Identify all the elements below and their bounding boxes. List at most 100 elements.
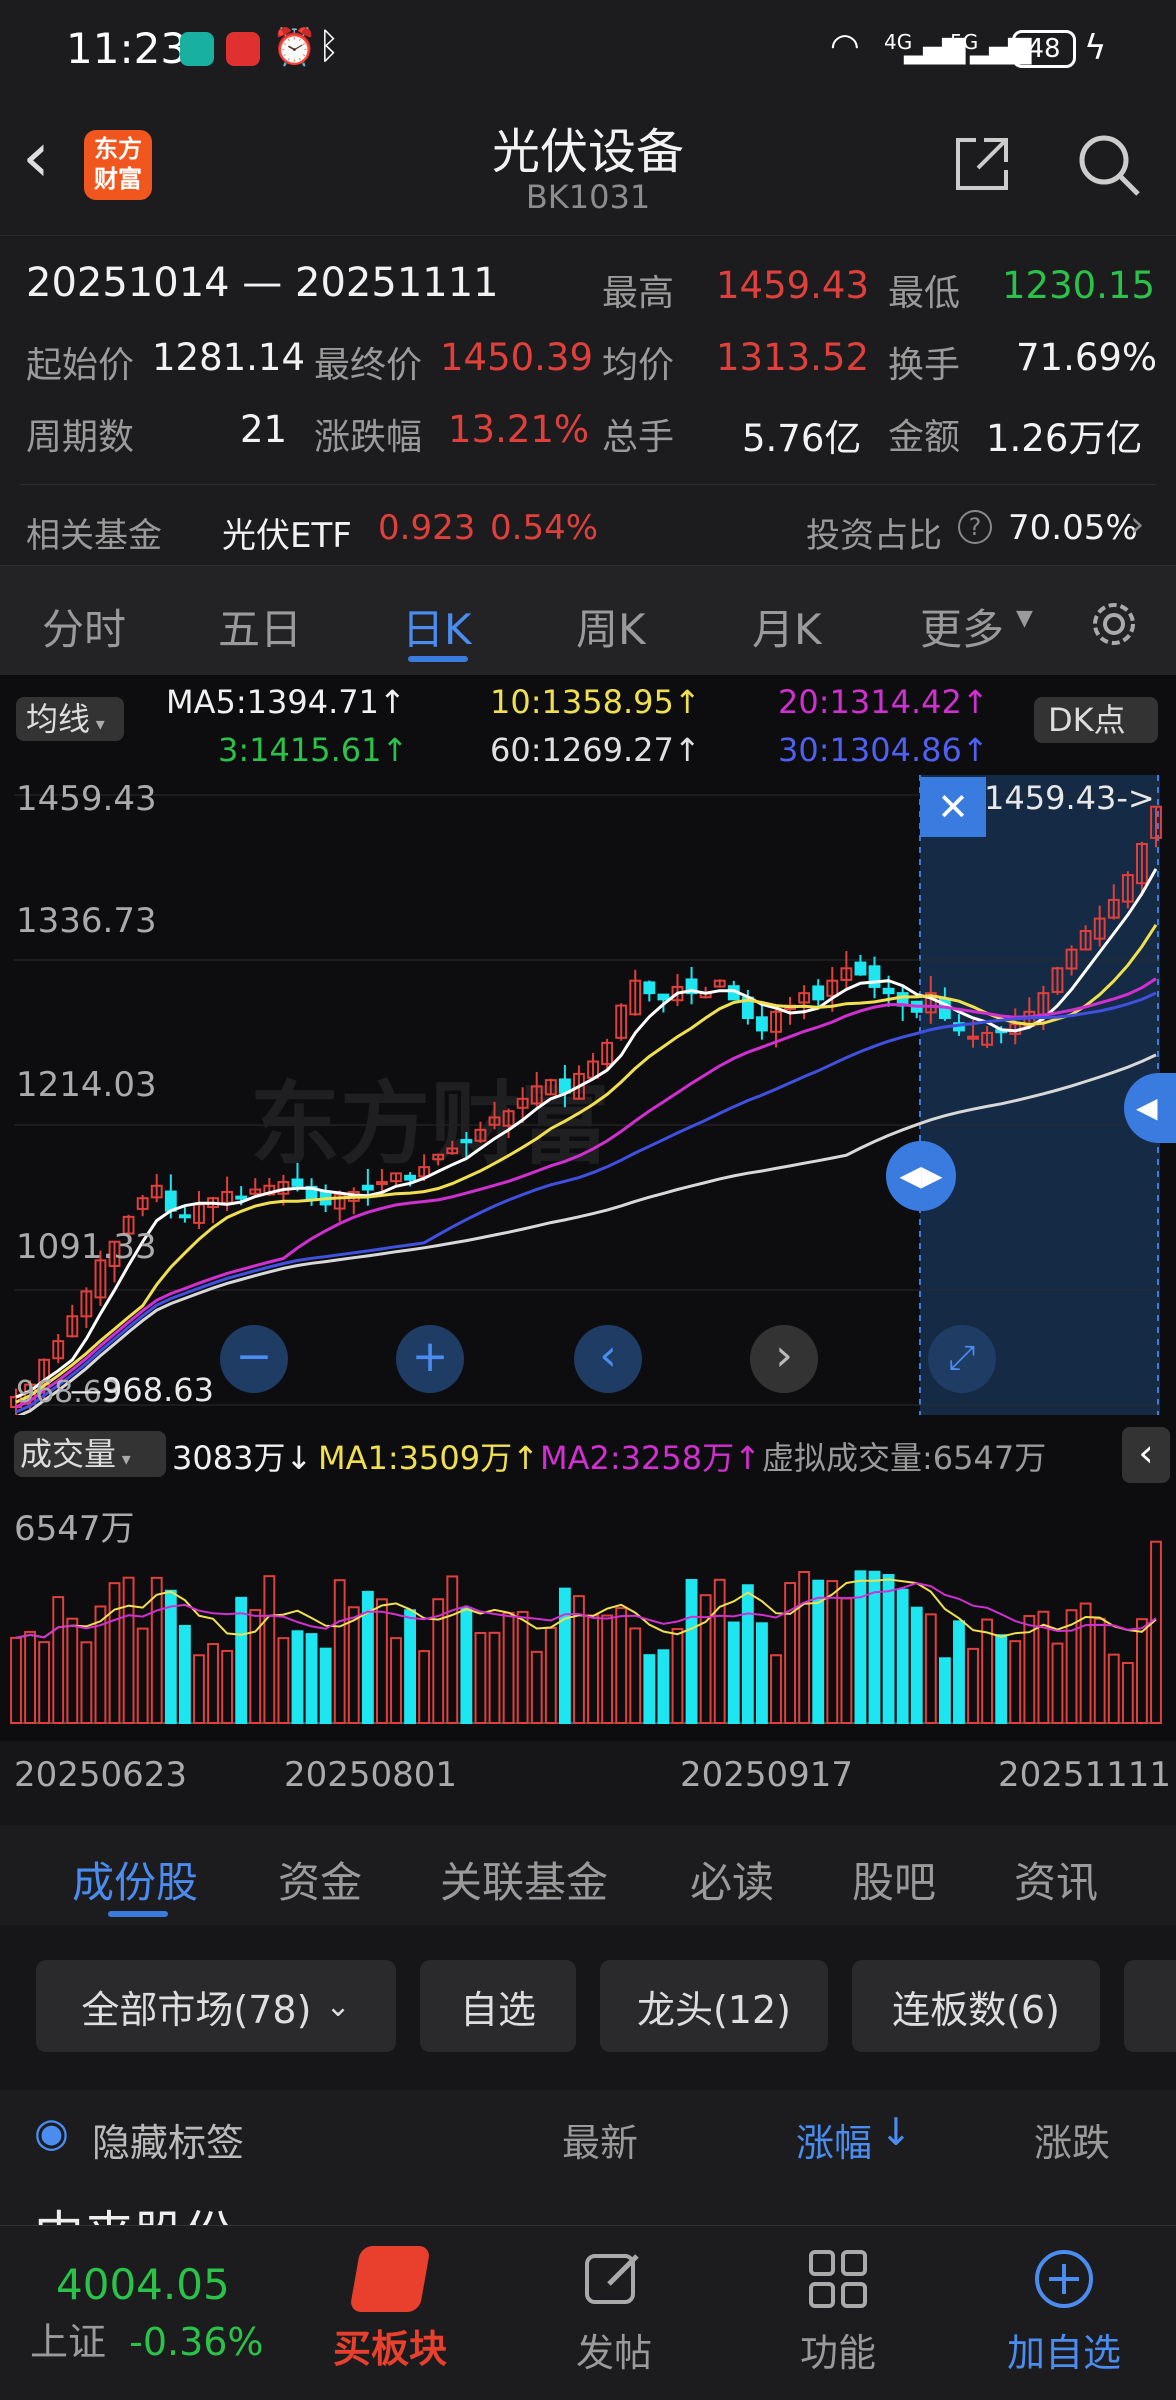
volume-bar xyxy=(685,1578,698,1724)
dk-point-button[interactable]: DK点 xyxy=(1034,697,1158,743)
index-name: 上证 xyxy=(30,2320,107,2364)
zoom-in-button[interactable]: + xyxy=(396,1325,464,1393)
chart-area[interactable]: 均线 ▾ MA5:1394.71↑ 10:1358.95↑ 20:1314.42… xyxy=(0,675,1176,1825)
index-ticker[interactable]: 4004.05 上证 -0.36% xyxy=(30,2260,290,2366)
filter-more-chip[interactable] xyxy=(1124,1960,1176,2052)
volume-bar xyxy=(643,1654,656,1724)
price-chart[interactable]: 东方财富 xyxy=(0,775,1176,1415)
candle xyxy=(361,1184,374,1191)
candle xyxy=(657,993,670,1001)
date-range: 20251014 — 20251111 xyxy=(26,260,499,306)
change-label: 涨跌幅 xyxy=(314,417,423,458)
candle xyxy=(291,1178,304,1187)
nav-add-watch[interactable]: 加自选 xyxy=(984,2246,1144,2377)
volume-bar xyxy=(953,1620,965,1724)
hide-tags-label[interactable]: 隐藏标签 xyxy=(92,2112,244,2167)
period-summary: 20251014 — 20251111 最高 1459.43 最低 1230.1… xyxy=(0,235,1176,565)
nav-buy-sector[interactable]: 买板块 xyxy=(310,2246,470,2373)
close-range-button[interactable]: ✕ xyxy=(920,777,986,837)
caret-down-icon: ▾ xyxy=(116,1449,131,1470)
add-circle-icon xyxy=(1035,2250,1093,2308)
turnover-value: 71.69% xyxy=(1016,336,1158,379)
index-change: -0.36% xyxy=(129,2320,264,2364)
tab-more[interactable]: 更多 xyxy=(920,596,1004,657)
column-change-pct[interactable]: 涨幅 xyxy=(796,2112,872,2167)
min-marker: —968.63 xyxy=(70,1371,214,1409)
ma10-value: 10:1358.95↑ xyxy=(490,683,701,721)
filter-limit-up-streak[interactable]: 连板数(6) xyxy=(852,1960,1100,2052)
x-date-2: 20250801 xyxy=(284,1755,458,1795)
chevron-down-icon: ⌄ xyxy=(325,1988,351,2024)
volume-bar xyxy=(305,1633,318,1724)
volume-bar xyxy=(404,1609,417,1724)
y-tick-2: 1336.73 xyxy=(16,901,157,941)
caret-down-icon: ▾ xyxy=(90,714,105,735)
column-change[interactable]: 涨跌 xyxy=(1034,2112,1110,2167)
stock-name: 中来股份 xyxy=(34,2195,234,2225)
ma-selector[interactable]: 均线 ▾ xyxy=(16,697,124,741)
list-header: ◉ 隐藏标签 最新 涨幅 ↓ 涨跌 xyxy=(0,2090,1176,2185)
tab-constituents[interactable]: 成份股 xyxy=(72,1849,198,1910)
tab-forum[interactable]: 股吧 xyxy=(852,1849,936,1910)
collapse-icon[interactable]: ‹ xyxy=(1122,1427,1170,1483)
fullscreen-button[interactable]: ⤢ xyxy=(928,1325,996,1393)
tab-daily-k[interactable]: 日K xyxy=(402,596,472,657)
candle xyxy=(460,1138,473,1144)
bottom-nav: 4004.05 上证 -0.36% 买板块 发帖 功能 加自选 xyxy=(0,2225,1176,2400)
avg-value: 1313.52 xyxy=(716,336,870,379)
range-drag-handle[interactable]: ◀▶ xyxy=(886,1141,956,1211)
filter-chips: 全部市场(78) ⌄ 自选 龙头(12) 连板数(6) xyxy=(0,1925,1176,2090)
edit-icon xyxy=(585,2254,639,2304)
volume-bar xyxy=(291,1630,304,1725)
scroll-right-button[interactable]: › xyxy=(750,1325,818,1393)
ma20-value: 20:1314.42↑ xyxy=(778,683,989,721)
tab-five-day[interactable]: 五日 xyxy=(218,596,302,657)
eye-icon[interactable]: ◉ xyxy=(34,2110,69,2156)
settings-icon[interactable] xyxy=(1086,596,1142,652)
zoom-out-button[interactable]: − xyxy=(220,1325,288,1393)
nav-function[interactable]: 功能 xyxy=(758,2246,918,2377)
y-tick-4: 1091.33 xyxy=(16,1227,157,1267)
scroll-left-button[interactable]: ‹ xyxy=(574,1325,642,1393)
column-latest[interactable]: 最新 xyxy=(562,2112,638,2167)
volume-bar xyxy=(460,1607,473,1724)
tab-intraday[interactable]: 分时 xyxy=(42,596,126,657)
volume-bar xyxy=(235,1596,248,1724)
tab-funds-flow[interactable]: 资金 xyxy=(278,1849,362,1910)
search-icon[interactable] xyxy=(1074,130,1144,200)
volume-chart[interactable] xyxy=(0,1493,1176,1733)
function-label: 功能 xyxy=(799,2331,876,2375)
add-watch-label: 加自选 xyxy=(1006,2331,1121,2375)
grid-icon xyxy=(809,2250,867,2308)
volume-selector-label: 成交量 xyxy=(20,1435,117,1473)
share-icon[interactable] xyxy=(950,132,1014,196)
ma60-value: 60:1269.27↑ xyxy=(490,731,701,769)
candle xyxy=(854,961,867,976)
sort-down-icon: ↓ xyxy=(880,2110,912,2154)
tab-news[interactable]: 资讯 xyxy=(1014,1849,1098,1910)
tab-monthly-k[interactable]: 月K xyxy=(752,596,822,657)
help-icon[interactable]: ? xyxy=(958,510,992,544)
candle xyxy=(812,985,825,1001)
high-value: 1459.43 xyxy=(716,264,870,307)
candle xyxy=(164,1190,177,1212)
volume-bar xyxy=(558,1587,571,1725)
tab-weekly-k[interactable]: 周K xyxy=(576,596,646,657)
filter-leaders[interactable]: 龙头(12) xyxy=(600,1960,828,2052)
filter-watchlist[interactable]: 自选 xyxy=(420,1960,576,2052)
filter-all-markets[interactable]: 全部市场(78) ⌄ xyxy=(36,1960,396,2052)
related-fund-row[interactable]: 相关基金 光伏ETF 0.923 0.54% 投资占比 ? 70.05% › xyxy=(0,486,1176,566)
ma30-value: 30:1304.86↑ xyxy=(778,731,989,769)
list-item[interactable]: 中来股份 xyxy=(0,2185,1176,2225)
periods-label: 周期数 xyxy=(26,417,135,458)
y-tick-3: 1214.03 xyxy=(16,1065,157,1105)
nav-post[interactable]: 发帖 xyxy=(534,2246,694,2377)
volume-bar xyxy=(882,1574,895,1725)
tab-must-read[interactable]: 必读 xyxy=(690,1849,774,1910)
y-tick-1: 1459.43 xyxy=(16,779,157,819)
volume-selector[interactable]: 成交量 ▾ xyxy=(14,1431,166,1477)
volume-bar xyxy=(164,1589,177,1724)
volume-bar xyxy=(741,1584,754,1724)
tab-related-funds[interactable]: 关联基金 xyxy=(440,1849,608,1910)
high-label: 最高 xyxy=(602,273,675,314)
